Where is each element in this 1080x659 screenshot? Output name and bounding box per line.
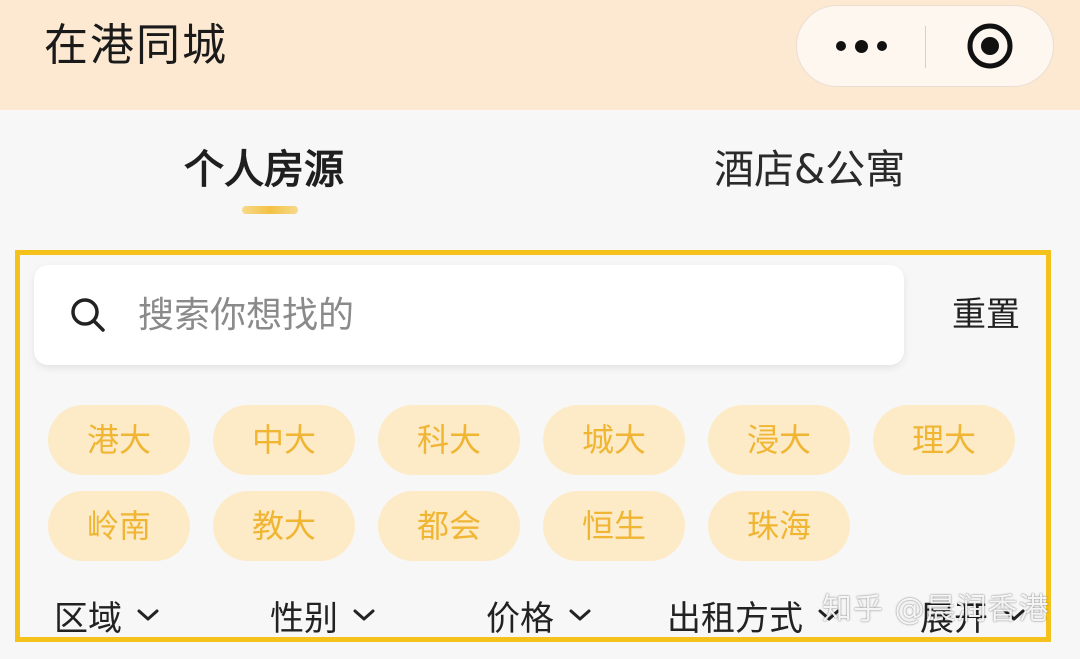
filter-panel: 重置 港大 中大 科大 城大 浸大 理大 岭南 教大 都会 恒生 珠海 区域 性… xyxy=(15,250,1051,642)
tag-hsu[interactable]: 恒生 xyxy=(543,491,685,561)
top-bar: 在港同城 xyxy=(0,0,1080,110)
filter-rental-type[interactable]: 出租方式 xyxy=(667,587,841,643)
tab-hotel-apartment[interactable]: 酒店&公寓 xyxy=(714,140,905,200)
chevron-down-icon xyxy=(137,609,159,621)
search-input[interactable] xyxy=(138,287,878,343)
tab-bar: 个人房源 酒店&公寓 xyxy=(0,110,1080,240)
filter-label: 区域 xyxy=(54,598,122,639)
tag-hkmu[interactable]: 都会 xyxy=(378,491,520,561)
chevron-down-icon xyxy=(569,609,591,621)
filter-gender[interactable]: 性别 xyxy=(270,587,376,643)
tag-cityu[interactable]: 城大 xyxy=(543,405,685,475)
reset-button[interactable]: 重置 xyxy=(952,290,1020,340)
mini-program-capsule xyxy=(796,5,1054,87)
watermark: 知乎 @晨润香港 xyxy=(822,592,1050,627)
capsule-divider xyxy=(925,26,926,68)
close-mini-program-button[interactable] xyxy=(927,6,1053,86)
tag-chuhai[interactable]: 珠海 xyxy=(708,491,850,561)
filter-label: 价格 xyxy=(486,598,554,639)
filter-region[interactable]: 区域 xyxy=(54,587,160,643)
tag-polyu[interactable]: 理大 xyxy=(873,405,1015,475)
tag-cuhk[interactable]: 中大 xyxy=(213,405,355,475)
chevron-down-icon xyxy=(353,609,375,621)
tag-hku[interactable]: 港大 xyxy=(48,405,190,475)
tag-lingnan[interactable]: 岭南 xyxy=(48,491,190,561)
filter-price[interactable]: 价格 xyxy=(486,587,592,643)
tag-hkust[interactable]: 科大 xyxy=(378,405,520,475)
tag-eduhk[interactable]: 教大 xyxy=(213,491,355,561)
target-close-icon xyxy=(967,23,1013,69)
tag-hkbu[interactable]: 浸大 xyxy=(708,405,850,475)
more-dots-icon xyxy=(835,39,887,53)
app-title: 在港同城 xyxy=(44,20,228,71)
tab-personal-listings[interactable]: 个人房源 xyxy=(184,140,344,200)
more-button[interactable] xyxy=(797,6,925,86)
search-bar[interactable] xyxy=(34,265,904,365)
active-tab-indicator xyxy=(242,206,298,214)
filter-label: 性别 xyxy=(270,598,338,639)
search-icon xyxy=(71,298,105,332)
filter-label: 出租方式 xyxy=(667,598,803,639)
